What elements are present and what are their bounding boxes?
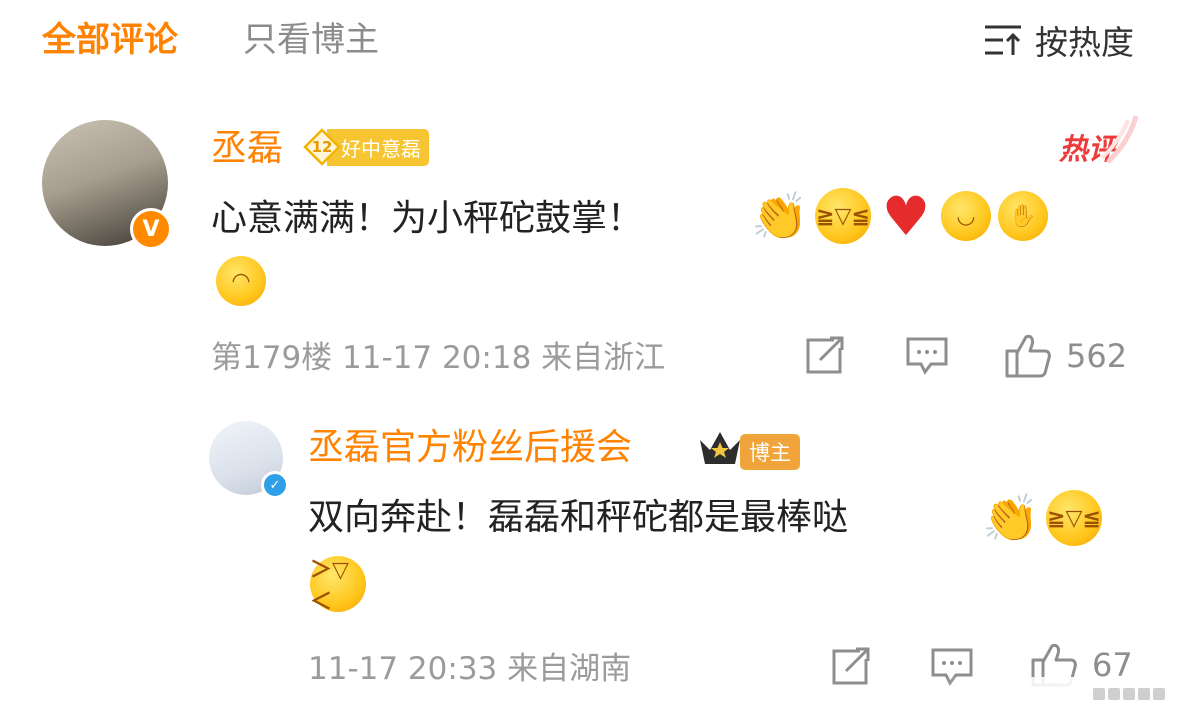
comment-meta: 11-17 20:33 来自湖南 <box>308 651 632 687</box>
hug-emoji-icon: ◡ <box>941 191 991 241</box>
raise-hand-emoji-icon: ✋ <box>998 191 1048 241</box>
watermark-mark <box>1093 688 1105 700</box>
comment-meta: 第179楼 11-17 20:18 来自浙江 <box>211 340 666 376</box>
comment-text: 心意满满！为小秤砣鼓掌！ <box>211 198 644 239</box>
share-button[interactable] <box>804 336 846 376</box>
emoji-row: 👏 ≧▽≦ <box>982 490 1109 546</box>
like-count: 562 <box>1066 337 1128 375</box>
fan-badge-text: 好中意磊 <box>327 128 429 166</box>
like-button[interactable]: 562 <box>1004 333 1127 379</box>
thumbs-up-icon <box>1005 334 1051 378</box>
share-button[interactable] <box>830 647 872 687</box>
verified-badge: ✓ <box>261 471 289 499</box>
reply-button[interactable] <box>905 336 949 376</box>
fan-level-number: 12 <box>303 128 341 166</box>
comment-username[interactable]: 丞磊官方粉丝后援会 <box>308 425 632 471</box>
sort-label: 按热度 <box>1035 23 1134 62</box>
laugh-cry-emoji-icon: ≧▽≦ <box>1046 490 1102 546</box>
laugh-cry-emoji-icon: ≧▽≦ <box>815 188 871 244</box>
share-icon <box>832 647 870 685</box>
clap-emoji-icon: 👏 <box>982 490 1040 545</box>
emoji-row-2: ＞▽＜ <box>310 556 373 615</box>
clap-emoji-icon: 👏 <box>751 188 809 243</box>
share-icon <box>806 336 844 374</box>
emoji-row-2: ◠ <box>216 256 273 306</box>
comment-tabs: 全部评论 只看博主 按热度 <box>0 0 1179 80</box>
watermark-mark <box>1153 688 1165 700</box>
watermark-mark <box>1138 688 1150 700</box>
heart-emoji-icon: ♥ <box>881 184 931 248</box>
emoji-row: 👏 ≧▽≦ ♥ ◡ ✋ <box>751 184 1055 248</box>
watermark-mark <box>1123 688 1135 700</box>
fan-level-badge[interactable]: 12 好中意磊 <box>303 128 429 166</box>
sort-by-hot-button[interactable]: 按热度 <box>983 18 1134 62</box>
salute-emoji-icon: ◠ <box>216 256 266 306</box>
crown-icon <box>700 432 740 464</box>
tab-all-comments[interactable]: 全部评论 <box>42 18 178 62</box>
cheer-emoji-icon: ＞▽＜ <box>310 556 366 615</box>
comment-username[interactable]: 丞磊 <box>211 126 283 172</box>
owner-badge: 博主 <box>740 434 800 470</box>
fan-level-value: 12 <box>311 138 333 156</box>
watermark-mark <box>1108 688 1120 700</box>
hot-flame-icon <box>1100 115 1138 164</box>
tab-owner-only[interactable]: 只看博主 <box>243 18 379 62</box>
comment-icon <box>906 337 948 375</box>
comment-text: 双向奔赴！磊磊和秤砣都是最棒哒 <box>308 497 849 538</box>
watermark <box>945 677 1173 711</box>
sort-icon <box>985 25 1021 55</box>
verified-badge: V <box>130 208 172 250</box>
